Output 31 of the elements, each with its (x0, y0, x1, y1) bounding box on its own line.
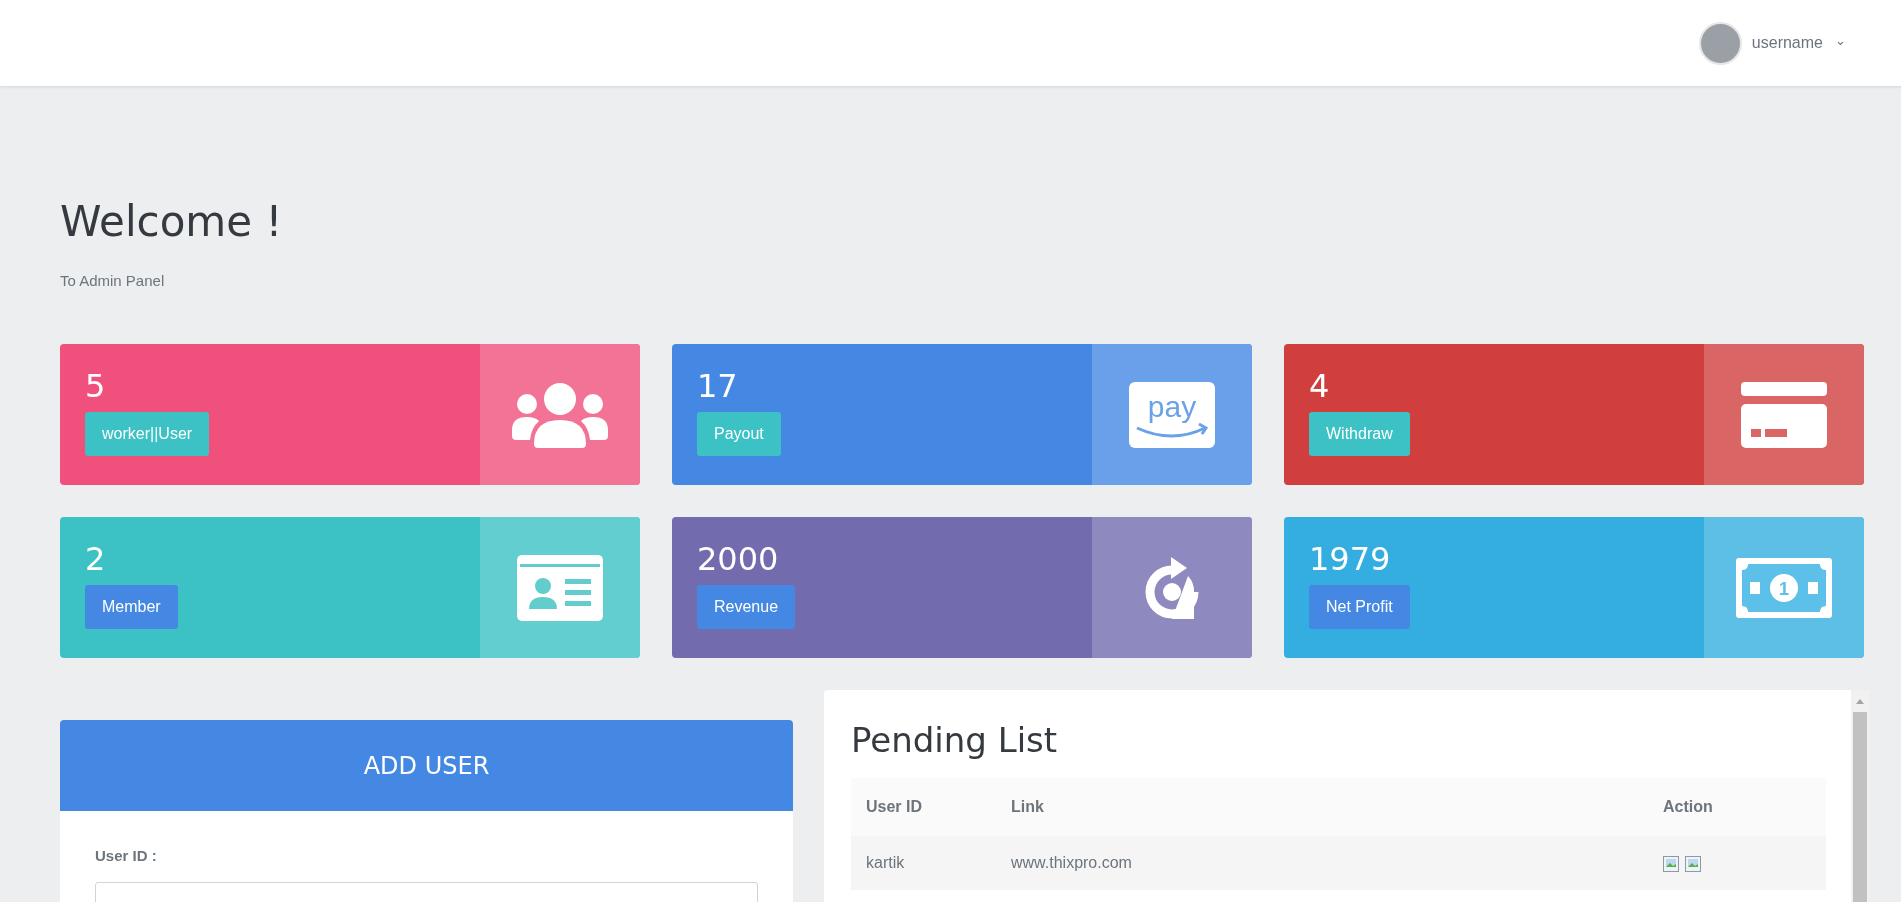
field-label: User ID : (95, 847, 158, 864)
stat-label[interactable]: Payout (697, 412, 781, 456)
caret-icon[interactable]: ⌄ (1835, 32, 1846, 48)
users-icon (512, 381, 608, 448)
stat-value: 4 (1309, 368, 1331, 404)
column-header: Action (1648, 778, 1826, 836)
stat-label[interactable]: worker||User (85, 412, 210, 456)
stat-value: 2000 (697, 541, 780, 577)
username-label[interactable]: username (1751, 34, 1823, 52)
broken-image-icon[interactable] (1685, 855, 1701, 872)
column-header: User ID (851, 778, 996, 836)
stat-value: 5 (85, 368, 107, 404)
page-subtitle: To Admin Panel (60, 272, 166, 289)
stat-label[interactable]: Net Profit (1309, 585, 1410, 629)
stat-value: 17 (697, 368, 739, 404)
page-title: Welcome ! (60, 197, 284, 246)
pay-icon: pay (1129, 381, 1215, 448)
stat-value: 1979 (1309, 541, 1392, 577)
stat-label[interactable]: Member (85, 585, 178, 629)
table-cell: kartik (851, 836, 996, 890)
stat-value: 2 (85, 541, 107, 577)
column-header: Link (996, 778, 1648, 836)
credit-card-icon (1741, 381, 1827, 448)
id-card-icon (517, 554, 603, 621)
banknote-icon: 1 (1736, 557, 1832, 618)
table-cell: www.thixpro.com (996, 836, 1648, 890)
panel-title: Pending List (851, 720, 1059, 760)
broken-image-icon[interactable] (1663, 855, 1679, 872)
panel-header: ADD USER (60, 720, 793, 811)
stat-label[interactable]: Withdraw (1309, 412, 1410, 456)
stat-label[interactable]: Revenue (697, 585, 796, 629)
